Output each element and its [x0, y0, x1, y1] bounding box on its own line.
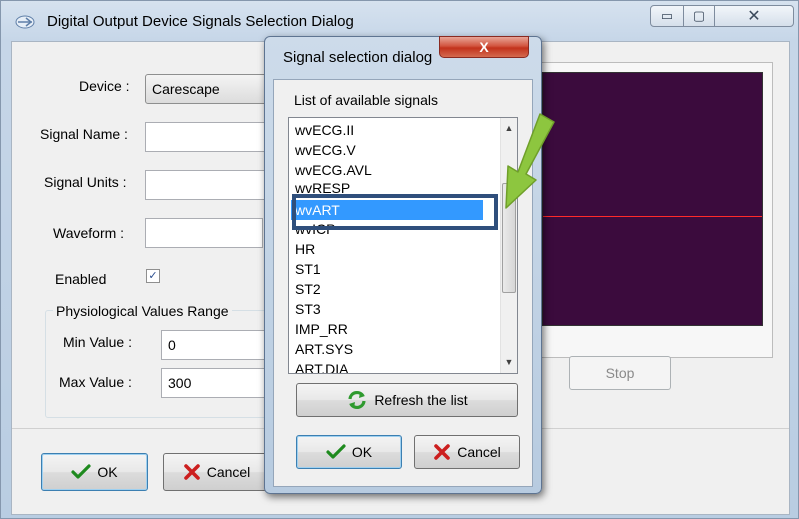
list-item[interactable]: ART.DIA	[295, 359, 483, 373]
dialog-cancel-label: Cancel	[457, 444, 501, 460]
range-groupbox	[45, 310, 285, 418]
list-item-selected[interactable]: wvART	[291, 200, 483, 220]
stop-label: Stop	[605, 365, 635, 381]
dialog-ok-button[interactable]: OK	[296, 435, 402, 469]
window-title: Digital Output Device Signals Selection …	[47, 13, 354, 30]
refresh-label: Refresh the list	[374, 392, 468, 408]
refresh-icon	[348, 390, 366, 410]
signals-listbox[interactable]: wvECG.II wvECG.V wvECG.AVL wvRESP wvART …	[288, 117, 518, 374]
close-button[interactable]: ✕	[714, 5, 794, 27]
waveform-preview-plot	[542, 72, 763, 326]
list-item[interactable]: wvECG.II	[295, 120, 483, 140]
ok-label: OK	[97, 464, 118, 480]
range-group-title: Physiological Values Range	[53, 303, 232, 319]
maximize-icon: ▢	[692, 8, 706, 23]
main-titlebar[interactable]: Digital Output Device Signals Selection …	[1, 1, 798, 39]
min-value-label: Min Value :	[63, 334, 132, 350]
x-cancel-icon	[183, 464, 200, 480]
dialog-close-button[interactable]: X	[439, 36, 529, 58]
waveform-trace	[543, 216, 762, 217]
signal-name-label: Signal Name :	[40, 126, 128, 142]
list-item[interactable]: ST2	[295, 279, 483, 299]
list-item[interactable]: wvECG.AVL	[295, 160, 483, 180]
minimize-button[interactable]: ▭	[650, 5, 684, 27]
signal-units-label: Signal Units :	[44, 174, 127, 190]
list-item[interactable]: ST1	[295, 259, 483, 279]
dialog-title: Signal selection dialog	[283, 49, 433, 66]
signal-selection-dialog: Signal selection dialog X List of availa…	[264, 36, 542, 494]
dialog-cancel-button[interactable]: Cancel	[414, 435, 520, 469]
minimize-icon: ▭	[660, 8, 674, 23]
list-item[interactable]: ART.SYS	[295, 339, 483, 359]
dialog-ok-label: OK	[351, 444, 373, 460]
close-icon: ✕	[747, 8, 761, 25]
checkmark-icon	[326, 444, 346, 459]
checkmark-icon	[71, 464, 91, 479]
list-item[interactable]: wvECG.V	[295, 140, 483, 160]
stop-button[interactable]: Stop	[569, 356, 671, 390]
list-item[interactable]: ST3	[295, 299, 483, 319]
enabled-label: Enabled	[55, 271, 107, 287]
list-item[interactable]: wvRESP	[295, 178, 483, 198]
x-cancel-icon	[434, 444, 451, 460]
app-icon	[15, 15, 35, 29]
cancel-label: Cancel	[206, 464, 251, 480]
signals-list-label: List of available signals	[294, 92, 438, 108]
ok-button[interactable]: OK	[41, 453, 148, 491]
maximize-button[interactable]: ▢	[683, 5, 715, 27]
device-label: Device :	[79, 78, 130, 94]
waveform-input[interactable]	[145, 218, 263, 248]
list-item[interactable]: IMP_RR	[295, 319, 483, 339]
list-item[interactable]: HR	[295, 239, 483, 259]
waveform-label: Waveform :	[53, 225, 125, 241]
enabled-checkbox[interactable]: ✓	[146, 269, 160, 283]
cancel-button[interactable]: Cancel	[163, 453, 270, 491]
dialog-client-area: List of available signals wvECG.II wvECG…	[273, 79, 533, 487]
device-value: Carescape	[152, 81, 220, 97]
scroll-down-icon[interactable]: ▼	[501, 354, 517, 371]
refresh-list-button[interactable]: Refresh the list	[296, 383, 518, 417]
annotation-arrow-icon	[505, 113, 555, 209]
max-value-label: Max Value :	[59, 374, 132, 390]
dialog-close-icon: X	[479, 39, 489, 55]
list-item[interactable]: wvICP	[295, 219, 483, 239]
